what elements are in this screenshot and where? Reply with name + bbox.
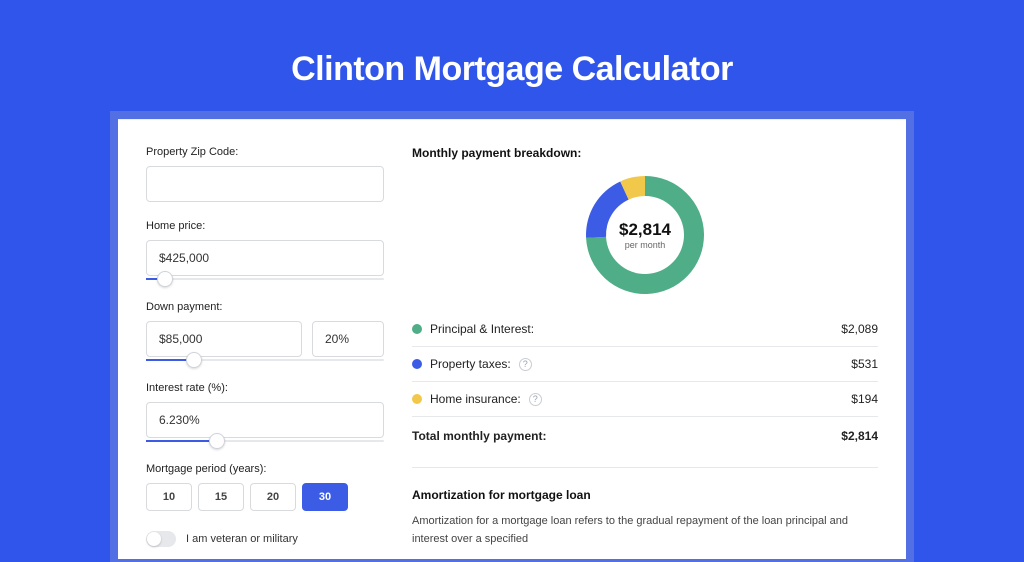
form-column: Property Zip Code: Home price: Down paym… xyxy=(146,146,384,559)
donut-center-sub: per month xyxy=(625,240,666,250)
breakdown-column: Monthly payment breakdown: $2,814 per mo… xyxy=(412,146,878,559)
legend-row: Property taxes:? $531 xyxy=(412,347,878,382)
zip-label: Property Zip Code: xyxy=(146,146,384,158)
info-icon[interactable]: ? xyxy=(529,393,542,406)
down-payment-input[interactable] xyxy=(146,321,302,357)
interest-label: Interest rate (%): xyxy=(146,382,384,394)
breakdown-title: Monthly payment breakdown: xyxy=(412,146,878,160)
period-option-10[interactable]: 10 xyxy=(146,483,192,511)
period-label: Mortgage period (years): xyxy=(146,463,384,475)
legend-label: Principal & Interest: xyxy=(430,322,534,336)
legend-total-value: $2,814 xyxy=(841,429,878,443)
legend-label: Property taxes: xyxy=(430,357,511,371)
zip-group: Property Zip Code: xyxy=(146,146,384,202)
legend-value: $194 xyxy=(851,392,878,406)
legend-dot-yellow xyxy=(412,394,422,404)
interest-input[interactable] xyxy=(146,402,384,438)
period-option-20[interactable]: 20 xyxy=(250,483,296,511)
legend-dot-blue xyxy=(412,359,422,369)
down-payment-label: Down payment: xyxy=(146,301,384,313)
info-icon[interactable]: ? xyxy=(519,358,532,371)
legend-dot-green xyxy=(412,324,422,334)
interest-slider[interactable] xyxy=(146,437,384,445)
page-title: Clinton Mortgage Calculator xyxy=(0,50,1024,89)
veteran-row: I am veteran or military xyxy=(146,531,384,547)
down-payment-percent-input[interactable] xyxy=(312,321,384,357)
donut-center-amount: $2,814 xyxy=(619,220,671,240)
amortization-body: Amortization for a mortgage loan refers … xyxy=(412,513,878,548)
donut-chart: $2,814 per month xyxy=(412,174,878,296)
period-option-15[interactable]: 15 xyxy=(198,483,244,511)
home-price-group: Home price: xyxy=(146,220,384,283)
legend-row: Home insurance:? $194 xyxy=(412,382,878,417)
period-group: Mortgage period (years): 10152030 xyxy=(146,463,384,511)
veteran-label: I am veteran or military xyxy=(186,533,298,545)
period-option-30[interactable]: 30 xyxy=(302,483,348,511)
legend-total-row: Total monthly payment: $2,814 xyxy=(412,417,878,457)
legend-value: $531 xyxy=(851,357,878,371)
interest-group: Interest rate (%): xyxy=(146,382,384,445)
home-price-label: Home price: xyxy=(146,220,384,232)
legend-row: Principal & Interest: $2,089 xyxy=(412,312,878,347)
legend-list: Principal & Interest: $2,089 Property taxe… xyxy=(412,312,878,457)
home-price-input[interactable] xyxy=(146,240,384,276)
home-price-slider[interactable] xyxy=(146,275,384,283)
zip-input[interactable] xyxy=(146,166,384,202)
down-payment-slider[interactable] xyxy=(146,356,384,364)
legend-value: $2,089 xyxy=(841,322,878,336)
legend-label: Home insurance: xyxy=(430,392,521,406)
legend-total-label: Total monthly payment: xyxy=(412,429,546,443)
calculator-panel: Property Zip Code: Home price: Down paym… xyxy=(118,119,906,559)
veteran-toggle[interactable] xyxy=(146,531,176,547)
down-payment-group: Down payment: xyxy=(146,301,384,364)
amortization-title: Amortization for mortgage loan xyxy=(412,467,878,502)
